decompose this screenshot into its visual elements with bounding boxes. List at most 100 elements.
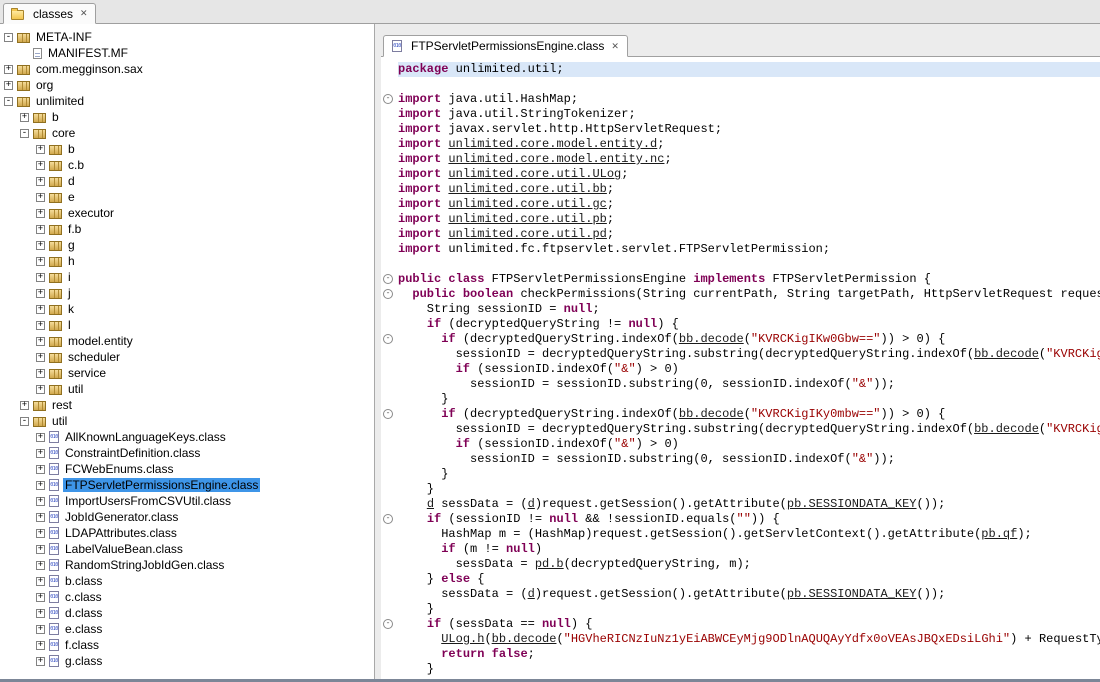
code-view[interactable]: package unlimited.util;-import java.util… [381,57,1100,679]
expand-expander-icon[interactable]: + [20,401,29,410]
tree-item-fcwebenums-class[interactable]: +FCWebEnums.class [0,461,374,477]
expand-expander-icon[interactable]: + [36,577,45,586]
code-link[interactable]: d [528,587,535,601]
expand-expander-icon[interactable]: + [36,177,45,186]
expand-expander-icon[interactable]: + [36,385,45,394]
expand-expander-icon[interactable]: + [36,481,45,490]
expand-expander-icon[interactable]: + [36,449,45,458]
tree-item-b[interactable]: +b [0,109,374,125]
tree-item-l[interactable]: +l [0,317,374,333]
collapse-expander-icon[interactable]: - [20,129,29,138]
code-link[interactable]: unlimited.core.model.entity.d [448,137,657,151]
expand-expander-icon[interactable]: + [4,65,13,74]
expand-expander-icon[interactable]: + [36,353,45,362]
expand-expander-icon[interactable]: + [36,609,45,618]
expand-expander-icon[interactable]: + [36,641,45,650]
collapse-expander-icon[interactable]: - [4,97,13,106]
code-link[interactable]: pb.SESSIONDATA_KEY [787,497,917,511]
expand-expander-icon[interactable]: + [36,497,45,506]
expand-expander-icon[interactable]: + [36,657,45,666]
tree-item-d-class[interactable]: +d.class [0,605,374,621]
tab-ftpservletpermissionsengine-class[interactable]: FTPServletPermissionsEngine.class ✕ [383,35,628,57]
fold-collapse-icon[interactable]: - [383,409,393,419]
code-link[interactable]: pb.SESSIONDATA_KEY [787,587,917,601]
expand-expander-icon[interactable]: + [36,161,45,170]
tree-item-service[interactable]: +service [0,365,374,381]
tree-item-scheduler[interactable]: +scheduler [0,349,374,365]
tree-item-b[interactable]: +b [0,141,374,157]
code-link[interactable]: unlimited.core.model.entity.nc [448,152,664,166]
code-link[interactable]: bb.decode [492,632,557,646]
fold-collapse-icon[interactable]: - [383,289,393,299]
close-icon[interactable]: ✕ [611,41,619,52]
fold-collapse-icon[interactable]: - [383,274,393,284]
expand-expander-icon[interactable]: + [36,625,45,634]
close-icon[interactable]: ✕ [80,8,88,19]
tree-item-model-entity[interactable]: +model.entity [0,333,374,349]
tree-item-c-b[interactable]: +c.b [0,157,374,173]
code-link[interactable]: unlimited.core.util.bb [448,182,606,196]
tree-item-b-class[interactable]: +b.class [0,573,374,589]
tree-item-allknownlanguagekeys-class[interactable]: +AllKnownLanguageKeys.class [0,429,374,445]
tree-item-ldapattributes-class[interactable]: +LDAPAttributes.class [0,525,374,541]
expand-expander-icon[interactable]: + [36,209,45,218]
tree-item-i[interactable]: +i [0,269,374,285]
tree-item-e[interactable]: +e [0,189,374,205]
code-link[interactable]: d [528,497,535,511]
expand-expander-icon[interactable]: + [36,225,45,234]
tree-item-f-b[interactable]: +f.b [0,221,374,237]
expand-expander-icon[interactable]: + [36,193,45,202]
tree-item-importusersfromcsvutil-class[interactable]: +ImportUsersFromCSVUtil.class [0,493,374,509]
tree-item-org[interactable]: +org [0,77,374,93]
expand-expander-icon[interactable]: + [36,465,45,474]
expand-expander-icon[interactable]: + [36,529,45,538]
expand-expander-icon[interactable]: + [36,433,45,442]
expand-expander-icon[interactable]: + [36,513,45,522]
expand-expander-icon[interactable]: + [36,241,45,250]
fold-collapse-icon[interactable]: - [383,94,393,104]
expand-expander-icon[interactable]: + [36,305,45,314]
tree-item-c-class[interactable]: +c.class [0,589,374,605]
tree-item-manifest-mf[interactable]: MANIFEST.MF [0,45,374,61]
code-link[interactable]: pb.qf [981,527,1017,541]
code-link[interactable]: unlimited.core.util.gc [448,197,606,211]
expand-expander-icon[interactable]: + [36,321,45,330]
expand-expander-icon[interactable]: + [36,545,45,554]
tab-classes[interactable]: classes ✕ [3,3,96,24]
tree-item-ftpservletpermissionsengine-class[interactable]: +FTPServletPermissionsEngine.class [0,477,374,493]
fold-collapse-icon[interactable]: - [383,334,393,344]
tree-item-jobidgenerator-class[interactable]: +JobIdGenerator.class [0,509,374,525]
tree-item-h[interactable]: +h [0,253,374,269]
tree-item-util[interactable]: +util [0,381,374,397]
collapse-expander-icon[interactable]: - [4,33,13,42]
expand-expander-icon[interactable]: + [36,593,45,602]
code-link[interactable]: bb.decode [974,422,1039,436]
tree-item-g[interactable]: +g [0,237,374,253]
fold-collapse-icon[interactable]: - [383,514,393,524]
code-link[interactable]: d [427,497,434,511]
tree-item-unlimited[interactable]: -unlimited [0,93,374,109]
code-link[interactable]: ULog.h [441,632,484,646]
code-link[interactable]: bb.decode [679,332,744,346]
tree-item-executor[interactable]: +executor [0,205,374,221]
tree-item-f-class[interactable]: +f.class [0,637,374,653]
tree-item-meta-inf[interactable]: -META-INF [0,29,374,45]
expand-expander-icon[interactable]: + [36,257,45,266]
tree-item-util[interactable]: -util [0,413,374,429]
tree-item-j[interactable]: +j [0,285,374,301]
tree-item-core[interactable]: -core [0,125,374,141]
tree-item-labelvaluebean-class[interactable]: +LabelValueBean.class [0,541,374,557]
expand-expander-icon[interactable]: + [20,113,29,122]
code-link[interactable]: bb.decode [974,347,1039,361]
code-link[interactable]: bb.decode [679,407,744,421]
fold-collapse-icon[interactable]: - [383,619,393,629]
expand-expander-icon[interactable]: + [36,289,45,298]
code-link[interactable]: unlimited.core.util.pd [448,227,606,241]
expand-expander-icon[interactable]: + [36,369,45,378]
tree-item-rest[interactable]: +rest [0,397,374,413]
code-link[interactable]: pd.b [535,557,564,571]
tree-item-g-class[interactable]: +g.class [0,653,374,669]
collapse-expander-icon[interactable]: - [20,417,29,426]
tree-item-d[interactable]: +d [0,173,374,189]
expand-expander-icon[interactable]: + [36,337,45,346]
